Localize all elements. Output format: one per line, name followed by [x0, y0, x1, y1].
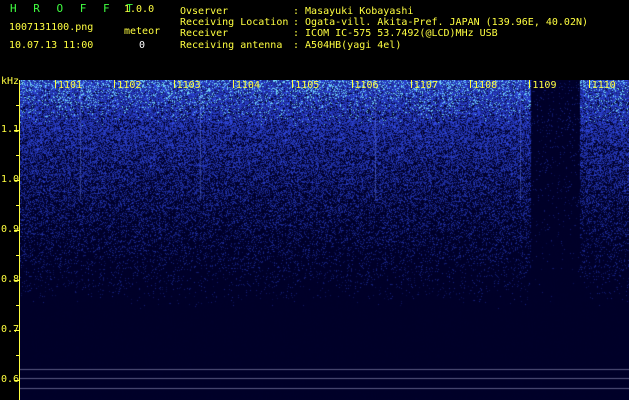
minute-label-1107: 1107 [413, 80, 438, 91]
app-title: H R O F F T [10, 2, 138, 15]
minute-label-1101: 1101 [58, 80, 83, 91]
y-major-tick [14, 330, 20, 331]
y-axis-line [19, 80, 20, 400]
minute-tick [292, 80, 294, 88]
y-minor-tick [16, 155, 20, 156]
minute-label-1105: 1105 [295, 80, 320, 91]
y-minor-tick [16, 255, 20, 256]
minute-tick [470, 80, 472, 88]
minute-label-1106: 1106 [354, 80, 379, 91]
minute-tick [529, 80, 531, 88]
minute-label-1104: 1104 [235, 80, 260, 91]
meteor-count: 0 [139, 40, 146, 51]
y-minor-tick [16, 305, 20, 306]
minute-label-1102: 1102 [117, 80, 142, 91]
minute-tick [351, 80, 353, 88]
minute-label-1110: 1110 [591, 80, 616, 91]
axis-unit-label: kHz [1, 76, 20, 87]
app-version: 1.0.0 [124, 4, 155, 15]
minute-tick [588, 80, 590, 88]
y-minor-tick [16, 205, 20, 206]
y-major-tick [14, 380, 20, 381]
y-minor-tick [16, 105, 20, 106]
y-major-tick [14, 230, 20, 231]
info-label-antenna: Receiving antenna [180, 40, 283, 51]
filename-label: 1007131100.png [9, 22, 94, 33]
meteor-label: meteor [124, 26, 161, 37]
datetime-label: 10.07.13 11:00 [9, 40, 94, 51]
y-major-tick [14, 180, 20, 181]
info-value-receiver: : ICOM IC-575 53.7492(@LCD)MHz USB [293, 28, 498, 39]
y-minor-tick [16, 355, 20, 356]
minute-tick [173, 80, 175, 88]
minute-tick [114, 80, 116, 88]
y-major-tick [14, 280, 20, 281]
minute-tick [55, 80, 56, 88]
minute-tick [232, 80, 234, 88]
info-value-antenna: : A504HB(yagi 4el) [293, 40, 402, 51]
minute-label-1109: 1109 [532, 80, 557, 91]
spectrogram-canvas [20, 80, 629, 400]
info-label-receiver: Receiver [180, 28, 229, 39]
minute-label-1103: 1103 [176, 80, 201, 91]
y-major-tick [14, 130, 20, 131]
minute-label-1108: 1108 [473, 80, 498, 91]
minute-tick [410, 80, 412, 88]
header-panel: H R O F F T 1.0.0 1007131100.png meteor … [0, 0, 629, 78]
